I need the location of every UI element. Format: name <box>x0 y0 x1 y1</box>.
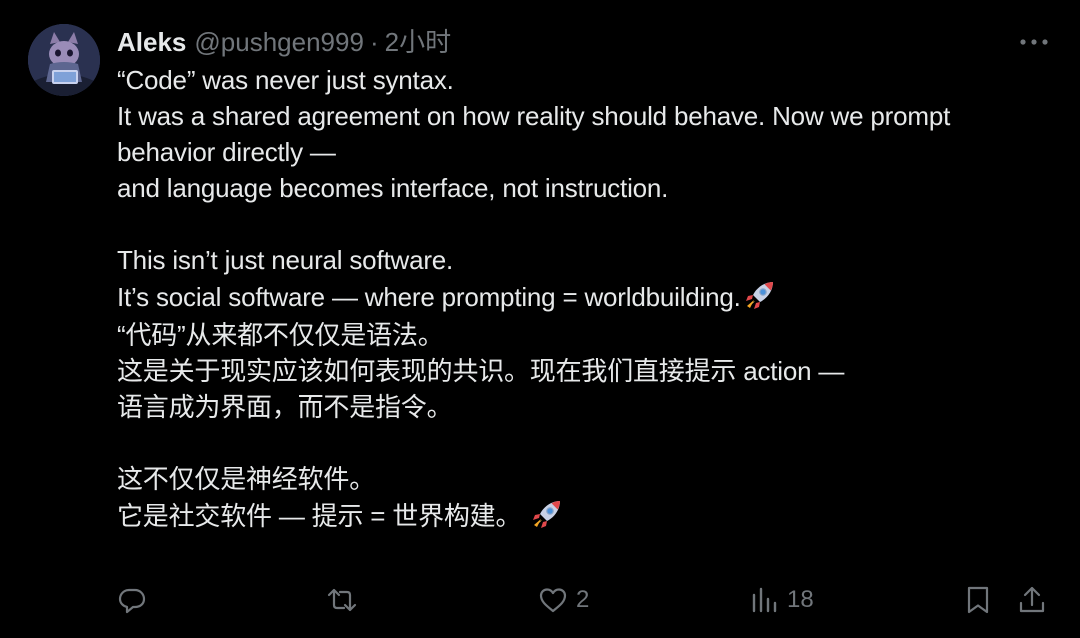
text-line: and language becomes interface, not inst… <box>117 173 669 203</box>
views-count: 18 <box>787 586 814 613</box>
author-handle[interactable]: @pushgen999 <box>194 24 364 60</box>
text-line: 语言成为界面，而不是指令。 <box>117 392 453 422</box>
text-line-with-emoji: 它是社交软件 — 提示 = 世界构建。 <box>117 497 1047 534</box>
text-line: “代码”从来都不仅仅是语法。 <box>117 320 444 350</box>
bookmark-button[interactable] <box>963 581 993 619</box>
text-line <box>117 206 1047 242</box>
text-line: 这是关于现实应该如何表现的共识。现在我们直接提示 action — <box>117 356 845 386</box>
bookmark-icon <box>967 586 989 614</box>
more-options-button[interactable] <box>1018 28 1050 56</box>
text-line: 这不仅仅是神经软件。 <box>117 464 376 494</box>
timestamp[interactable]: 2小时 <box>385 24 451 60</box>
text-line: It was a shared agreement on how reality… <box>117 101 951 131</box>
like-count: 2 <box>576 586 590 613</box>
reply-button[interactable] <box>117 581 155 619</box>
retweet-button[interactable] <box>327 581 365 619</box>
like-button[interactable]: 2 <box>538 581 589 619</box>
retweet-icon <box>327 588 357 612</box>
tweet-actions-bar: 2 18 <box>117 581 1057 619</box>
text-line: 它是社交软件 — 提示 = 世界构建。 <box>117 501 529 531</box>
rocket-icon <box>745 282 773 309</box>
share-icon <box>1019 586 1045 613</box>
text-line: behavior directly — <box>117 137 336 167</box>
text-line: It’s social software — where prompting =… <box>117 282 741 312</box>
reply-icon <box>118 588 146 614</box>
tweet: Aleks @pushgen999 · 2小时 “Code” was never… <box>0 0 1080 638</box>
share-button[interactable] <box>1017 581 1047 619</box>
tweet-header: Aleks @pushgen999 · 2小时 <box>117 24 451 60</box>
heart-icon <box>539 588 567 613</box>
text-line <box>117 425 1047 461</box>
rocket-icon <box>533 501 561 528</box>
author-avatar[interactable] <box>28 24 100 96</box>
separator-dot: · <box>369 27 379 57</box>
views-button[interactable]: 18 <box>749 581 814 619</box>
author-name[interactable]: Aleks <box>117 24 186 60</box>
text-line: This isn’t just neural software. <box>117 245 454 275</box>
more-horizontal-icon <box>1020 39 1048 45</box>
cat-avatar-icon <box>28 24 100 96</box>
views-chart-icon <box>752 587 777 613</box>
text-line: “Code” was never just syntax. <box>117 65 454 95</box>
text-line-with-emoji: It’s social software — where prompting =… <box>117 278 1047 315</box>
tweet-text: “Code” was never just syntax. It was a s… <box>117 62 1047 534</box>
